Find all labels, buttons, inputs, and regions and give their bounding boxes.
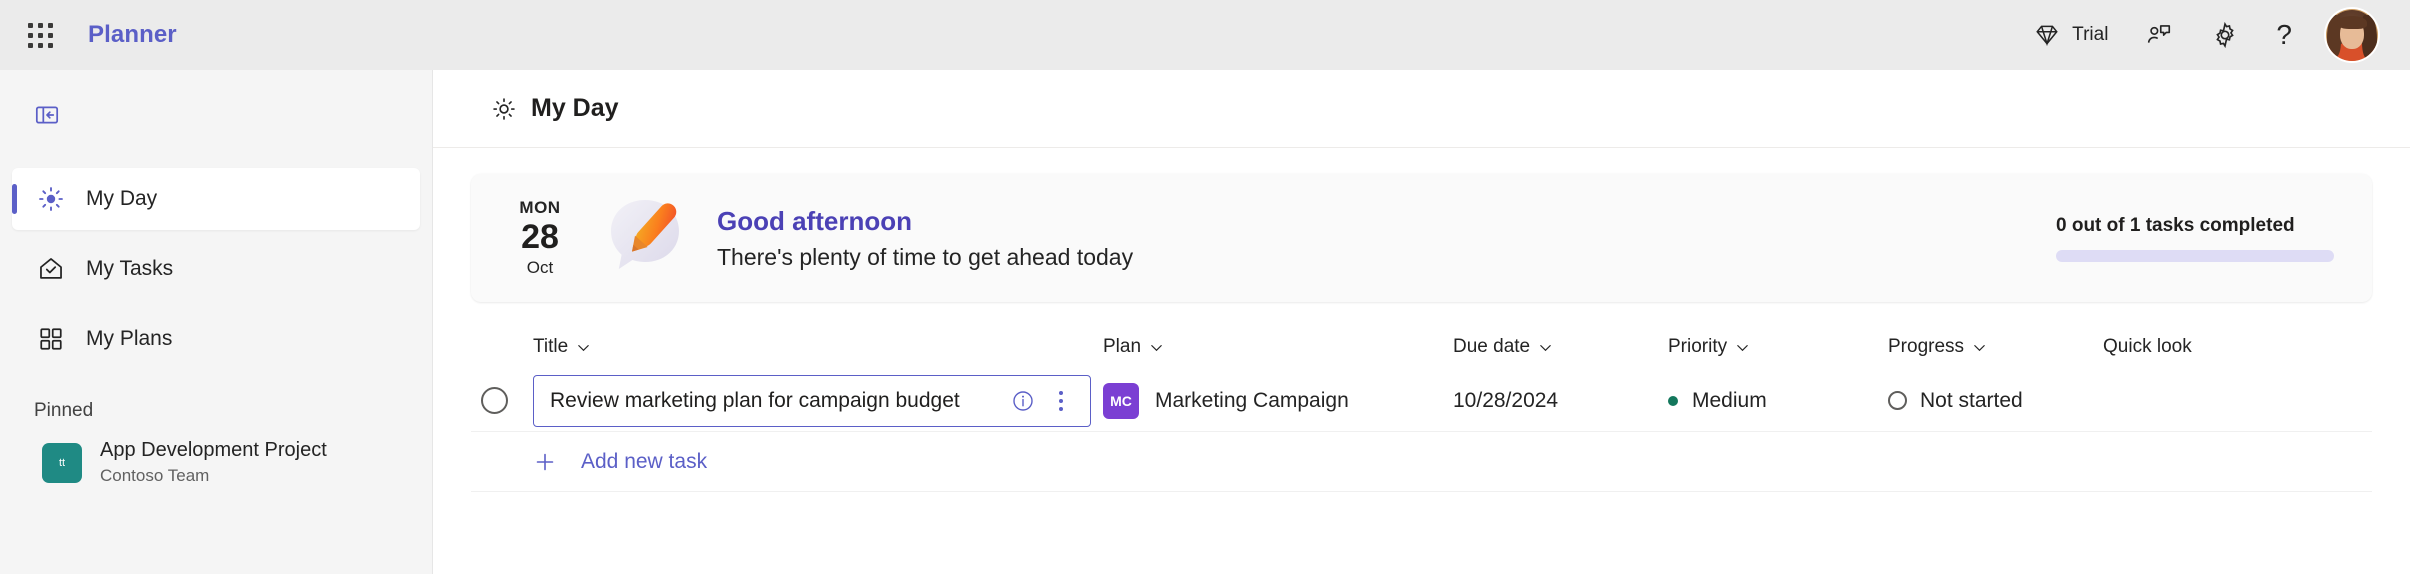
- task-due-date: 10/28/2024: [1453, 388, 1559, 412]
- date-day-number: 28: [521, 218, 559, 257]
- sun-icon: [34, 182, 68, 216]
- greeting-banner: MON 28 Oct Good afternoon There's plenty…: [471, 174, 2372, 302]
- sidebar-item-label: My Day: [86, 187, 158, 210]
- task-complete-checkbox[interactable]: [481, 387, 508, 414]
- date-month: Oct: [526, 257, 554, 277]
- collapse-panel-icon[interactable]: [26, 94, 68, 136]
- speech-bubble-pencil-illustration: [593, 186, 697, 290]
- help-button[interactable]: ?: [2260, 11, 2308, 59]
- column-header-label: Due date: [1453, 336, 1531, 357]
- column-header-label: Progress: [1888, 336, 1965, 357]
- plan-initials-badge: MC: [1103, 382, 1139, 419]
- task-plan-cell: MC Marketing Campaign: [1103, 382, 1453, 419]
- user-avatar[interactable]: [2322, 5, 2382, 65]
- add-new-task-row[interactable]: Add new task: [471, 432, 2372, 492]
- progress-not-started-icon: [1888, 391, 1907, 410]
- pinned-section-header: Pinned: [34, 400, 94, 421]
- checkmark-home-icon: [34, 252, 68, 286]
- page-header: My Day: [433, 70, 2410, 148]
- table-row: Review marketing plan for campaign budge…: [471, 370, 2372, 432]
- progress-bar: [2056, 249, 2334, 262]
- sidebar-item-label: My Tasks: [86, 257, 174, 280]
- app-launcher-grid-icon[interactable]: [18, 13, 62, 57]
- diamond-icon: [2032, 20, 2062, 50]
- main-content: My Day MON 28 Oct Good afternoon There's…: [433, 70, 2410, 574]
- my-day-content: MON 28 Oct Good afternoon There's plenty…: [433, 148, 2410, 574]
- greeting-text-block: Good afternoon There's plenty of time to…: [717, 205, 1133, 272]
- tasks-progress: 0 out of 1 tasks completed: [2056, 215, 2338, 262]
- plus-icon: [519, 450, 571, 474]
- sidebar-item-my-plans[interactable]: My Plans: [12, 308, 420, 370]
- tasks-table: Title Plan Due date Priority Progress Qu…: [471, 324, 2372, 492]
- app-body: My Day My Tasks My Plans Pinned tt App D…: [0, 70, 2410, 574]
- planner-app: Planner Trial ? My Day My Tasks My Plans…: [0, 0, 2410, 574]
- task-complete-checkbox-cell: [481, 387, 533, 414]
- sidebar: My Day My Tasks My Plans Pinned tt App D…: [0, 70, 433, 574]
- chevron-down-icon: [576, 340, 591, 355]
- grid-squares-icon: [34, 322, 68, 356]
- sidebar-pinned-plan[interactable]: tt App Development Project Contoso Team: [12, 428, 420, 497]
- chevron-down-icon: [1735, 340, 1750, 355]
- column-header-priority[interactable]: Priority: [1668, 336, 1888, 358]
- task-progress-cell[interactable]: Not started: [1888, 389, 2103, 413]
- task-title-input[interactable]: Review marketing plan for campaign budge…: [533, 374, 1091, 427]
- info-circle-icon[interactable]: [1004, 382, 1042, 420]
- plan-tile-icon: tt: [42, 442, 82, 483]
- top-bar-actions: Trial ?: [2016, 5, 2382, 65]
- feedback-button[interactable]: [2128, 11, 2190, 59]
- column-header-label: Plan: [1103, 336, 1142, 357]
- gear-icon: [2210, 20, 2240, 50]
- task-priority-cell[interactable]: Medium: [1668, 389, 1888, 413]
- pinned-plan-name: App Development Project: [100, 439, 327, 461]
- date-day-of-week: MON: [519, 198, 561, 218]
- sidebar-nav: My Day My Tasks My Plans: [0, 150, 432, 378]
- column-header-progress[interactable]: Progress: [1888, 336, 2103, 358]
- pinned-plan-subtitle: Contoso Team: [100, 466, 210, 485]
- chevron-down-icon: [1972, 340, 1987, 355]
- page-title: My Day: [531, 94, 619, 122]
- column-header-title[interactable]: Title: [533, 336, 1103, 358]
- task-due-date-cell[interactable]: 10/28/2024: [1453, 389, 1668, 413]
- greeting-title: Good afternoon: [717, 205, 912, 236]
- column-header-quick-look: Quick look: [2103, 336, 2192, 357]
- more-options-kebab-icon[interactable]: [1042, 382, 1080, 420]
- date-card: MON 28 Oct: [497, 198, 583, 277]
- task-title-cell: Review marketing plan for campaign budge…: [533, 374, 1103, 427]
- column-header-plan[interactable]: Plan: [1103, 336, 1453, 358]
- column-header-label: Title: [533, 336, 569, 357]
- chevron-down-icon: [1538, 340, 1553, 355]
- greeting-subtitle: There's plenty of time to get ahead toda…: [717, 244, 1134, 271]
- task-title-text: Review marketing plan for campaign budge…: [550, 388, 960, 412]
- trial-button[interactable]: Trial: [2016, 11, 2124, 59]
- sidebar-item-my-tasks[interactable]: My Tasks: [12, 238, 420, 300]
- chevron-down-icon: [1149, 340, 1164, 355]
- top-bar: Planner Trial ?: [0, 0, 2410, 70]
- sidebar-collapse-row: [0, 80, 432, 150]
- tasks-completed-label: 0 out of 1 tasks completed: [2056, 214, 2295, 236]
- column-header-label: Priority: [1668, 336, 1728, 357]
- sidebar-item-my-day[interactable]: My Day: [12, 168, 420, 230]
- sun-icon: [491, 96, 517, 122]
- app-brand-title[interactable]: Planner: [88, 21, 177, 49]
- column-header-due-date[interactable]: Due date: [1453, 336, 1668, 358]
- task-plan-name: Marketing Campaign: [1155, 388, 1349, 412]
- add-new-task-label: Add new task: [581, 449, 708, 473]
- settings-button[interactable]: [2194, 11, 2256, 59]
- table-header-row: Title Plan Due date Priority Progress Qu…: [471, 324, 2372, 370]
- person-feedback-icon: [2144, 20, 2174, 50]
- task-progress: Not started: [1920, 388, 2023, 412]
- trial-label: Trial: [2072, 24, 2109, 45]
- priority-dot-icon: [1668, 395, 1678, 406]
- sidebar-item-label: My Plans: [86, 327, 173, 350]
- task-priority: Medium: [1692, 388, 1767, 412]
- question-mark-icon: ?: [2276, 19, 2292, 50]
